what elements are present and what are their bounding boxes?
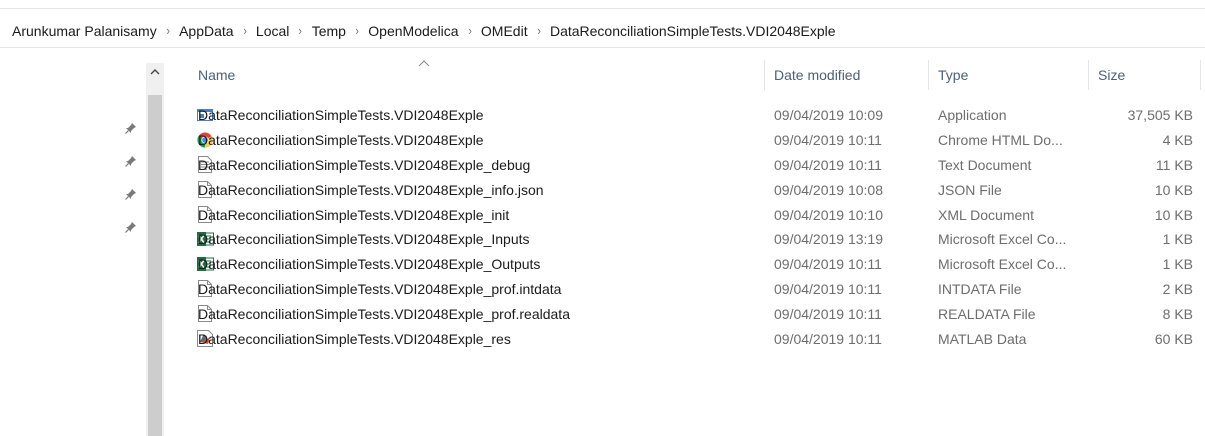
file-type: XML Document [938, 206, 1034, 223]
file-date-modified: 09/04/2019 10:08 [774, 181, 883, 198]
chevron-right-icon[interactable]: › [355, 23, 358, 38]
file-size: 11 KB [1155, 156, 1193, 173]
file-size: 37,505 KB [1127, 107, 1193, 124]
chevron-right-icon[interactable]: › [243, 23, 246, 38]
chevron-right-icon[interactable]: › [537, 23, 540, 38]
file-name: DataReconciliationSimpleTests.VDI2048Exp… [198, 280, 562, 297]
column-divider[interactable] [1088, 60, 1089, 90]
file-row[interactable]: DataReconciliationSimpleTests.VDI2048Exp… [166, 153, 1205, 178]
file-type: INTDATA File [938, 280, 1022, 297]
file-size: 1 KB [1162, 256, 1193, 273]
breadcrumb-item[interactable]: OpenModelica [368, 23, 458, 39]
file-type: MATLAB Data [938, 330, 1027, 347]
file-date-modified: 09/04/2019 10:11 [774, 256, 882, 273]
file-type: JSON File [938, 181, 1002, 198]
file-name: DataReconciliationSimpleTests.VDI2048Exp… [198, 107, 484, 124]
file-name: DataReconciliationSimpleTests.VDI2048Exp… [198, 206, 510, 223]
pin-icon[interactable] [124, 187, 138, 201]
file-row[interactable]: DataReconciliationSimpleTests.VDI2048Exp… [166, 177, 1205, 202]
chevron-right-icon[interactable]: › [468, 23, 471, 38]
navigation-pane[interactable] [0, 49, 166, 436]
file-date-modified: 09/04/2019 10:11 [774, 280, 882, 297]
file-row[interactable]: DataReconciliationSimpleTests.VDI2048Exp… [166, 128, 1205, 153]
file-type: Chrome HTML Do... [938, 132, 1063, 149]
file-date-modified: 09/04/2019 13:19 [774, 231, 883, 248]
file-date-modified: 09/04/2019 10:11 [774, 156, 882, 173]
column-header-date-modified[interactable]: Date modified [766, 58, 926, 92]
column-divider[interactable] [928, 60, 929, 90]
chevron-right-icon[interactable]: › [299, 23, 302, 38]
file-type: Application [938, 107, 1007, 124]
breadcrumb-item[interactable]: DataReconciliationSimpleTests.VDI2048Exp… [550, 23, 836, 39]
file-name: DataReconciliationSimpleTests.VDI2048Exp… [198, 256, 541, 273]
pin-icon[interactable] [124, 121, 138, 135]
file-row[interactable]: DataReconciliationSimpleTests.VDI2048Exp… [166, 202, 1205, 227]
file-date-modified: 09/04/2019 10:11 [774, 132, 882, 149]
breadcrumb-item[interactable]: Local [256, 23, 289, 39]
column-divider[interactable] [764, 60, 765, 90]
file-date-modified: 09/04/2019 10:11 [774, 305, 882, 322]
chevron-right-icon[interactable]: › [166, 23, 169, 38]
column-header-row: Name Date modified Type Size [166, 58, 1205, 92]
file-name: DataReconciliationSimpleTests.VDI2048Exp… [198, 181, 544, 198]
breadcrumb-item[interactable]: OMEdit [481, 23, 528, 39]
file-type: Microsoft Excel Co... [938, 231, 1067, 248]
pin-icon[interactable] [124, 154, 138, 168]
breadcrumb-item[interactable]: AppData [179, 23, 233, 39]
file-name: DataReconciliationSimpleTests.VDI2048Exp… [198, 231, 530, 248]
file-date-modified: 09/04/2019 10:09 [774, 107, 883, 124]
column-header-type[interactable]: Type [930, 58, 1086, 92]
file-size: 2 KB [1162, 280, 1193, 297]
breadcrumb-item[interactable]: Temp [312, 23, 346, 39]
file-name: DataReconciliationSimpleTests.VDI2048Exp… [198, 305, 570, 322]
column-divider[interactable] [1200, 60, 1201, 90]
pin-icon[interactable] [124, 220, 138, 234]
file-date-modified: 09/04/2019 10:11 [774, 330, 882, 347]
file-name: DataReconciliationSimpleTests.VDI2048Exp… [198, 330, 511, 347]
file-size: 4 KB [1162, 132, 1193, 149]
file-date-modified: 09/04/2019 10:10 [774, 206, 883, 223]
breadcrumb[interactable]: Arunkumar Palanisamy › AppData › Local › Temp ›… [0, 14, 1205, 48]
breadcrumb-item[interactable]: Arunkumar Palanisamy [12, 23, 157, 39]
file-row[interactable]: DataReconciliationSimpleTests.VDI2048Exp… [166, 301, 1205, 326]
file-size: 1 KB [1162, 231, 1193, 248]
file-size: 10 KB [1154, 206, 1193, 223]
file-size: 10 KB [1154, 181, 1193, 198]
file-name: DataReconciliationSimpleTests.VDI2048Exp… [198, 132, 484, 149]
file-type: REALDATA File [938, 305, 1036, 322]
file-row[interactable]: DataReconciliationSimpleTests.VDI2048Exp… [166, 326, 1205, 351]
file-name: DataReconciliationSimpleTests.VDI2048Exp… [198, 156, 531, 173]
top-divider [0, 8, 1205, 9]
file-type: Microsoft Excel Co... [938, 256, 1067, 273]
file-list: DataReconciliationSimpleTests.VDI2048Exp… [166, 103, 1205, 351]
file-type: Text Document [938, 156, 1032, 173]
nav-scrollbar-thumb[interactable] [148, 95, 162, 436]
file-size: 60 KB [1154, 330, 1193, 347]
scroll-up-arrow-icon[interactable] [146, 63, 164, 81]
column-header-name[interactable]: Name [190, 58, 770, 92]
file-row[interactable]: DataReconciliationSimpleTests.VDI2048Exp… [166, 277, 1205, 302]
file-size: 8 KB [1162, 305, 1193, 322]
file-row[interactable]: DataReconciliationSimpleTests.VDI2048Exp… [166, 227, 1205, 252]
file-row[interactable]: DataReconciliationSimpleTests.VDI2048Exp… [166, 103, 1205, 128]
column-header-size[interactable]: Size [1090, 58, 1200, 92]
file-row[interactable]: DataReconciliationSimpleTests.VDI2048Exp… [166, 252, 1205, 277]
